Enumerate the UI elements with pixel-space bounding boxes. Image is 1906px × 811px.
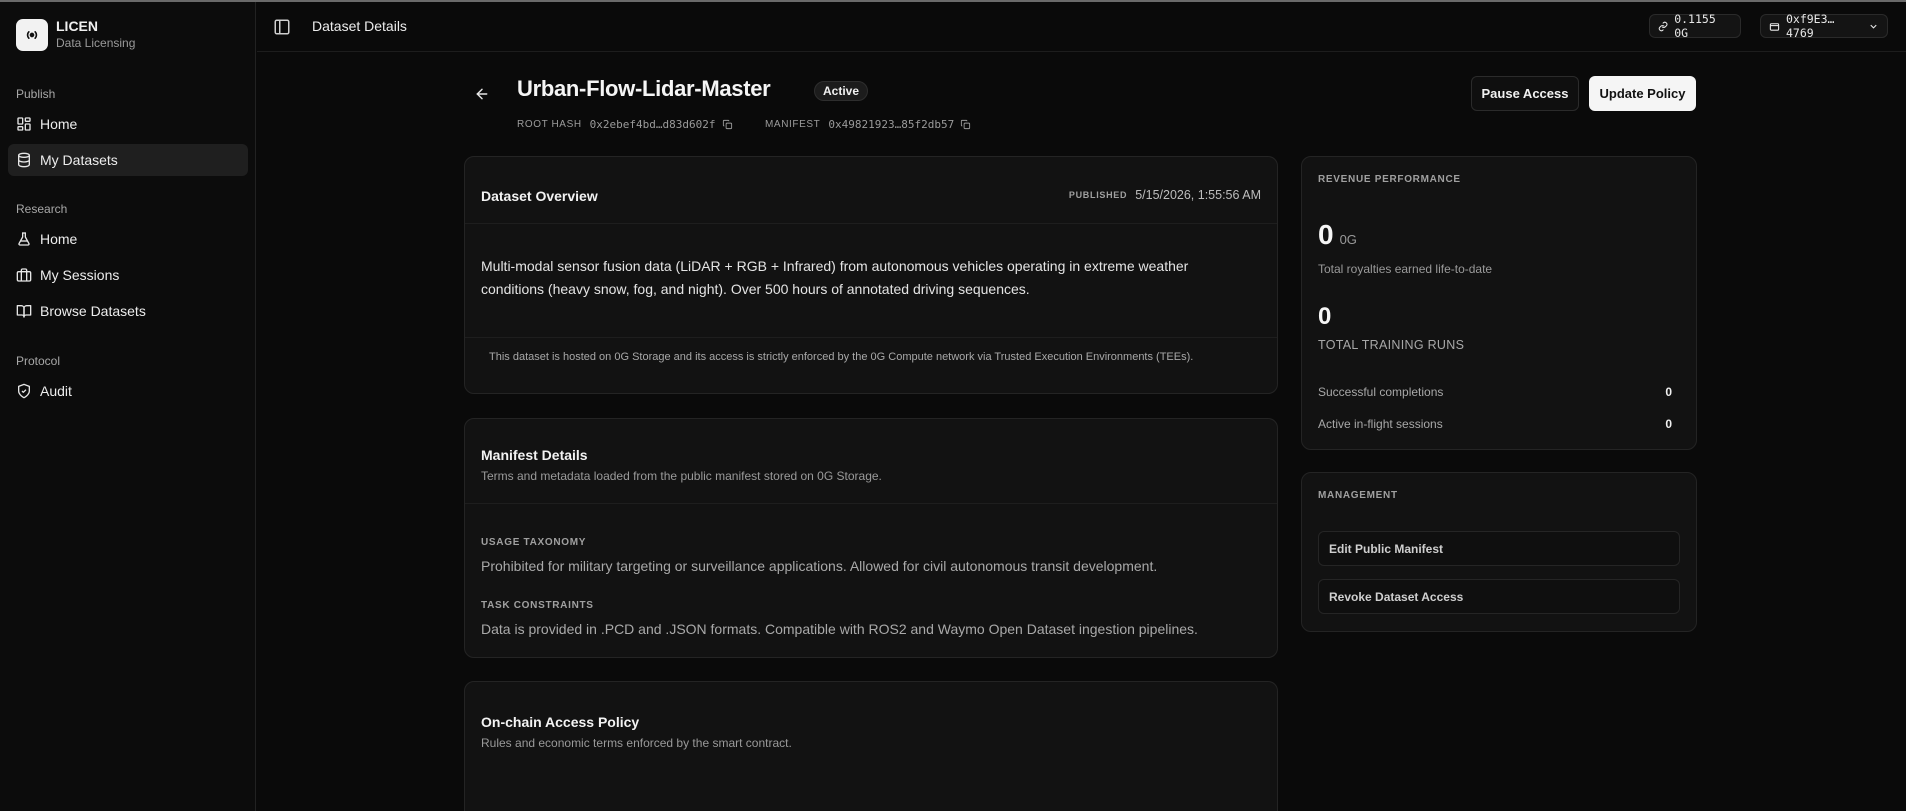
manifest-details-title: Manifest Details: [481, 447, 588, 463]
root-hash: ROOT HASH 0x2ebef4bd…d83d602f: [517, 118, 733, 131]
manifest-hash: MANIFEST 0x49821923…85f2db57: [765, 118, 971, 131]
sidebar-item-label: My Datasets: [40, 152, 118, 168]
manifest-label: MANIFEST: [765, 119, 821, 130]
edit-manifest-button[interactable]: Edit Public Manifest: [1318, 531, 1680, 566]
revenue-performance-card: REVENUE PERFORMANCE 0 0G Total royalties…: [1301, 156, 1697, 450]
training-runs-label: TOTAL TRAINING RUNS: [1318, 338, 1465, 352]
brand-name: LICEN: [56, 18, 98, 34]
sidebar-item-research-home[interactable]: Home: [8, 223, 248, 255]
wallet-address: 0xf9E3…4769: [1785, 12, 1835, 40]
balance-value: 0.1155 0G: [1674, 12, 1716, 40]
sidebar-item-audit[interactable]: Audit: [8, 375, 248, 407]
policy-title: On-chain Access Policy: [481, 714, 640, 730]
successful-value: 0: [1665, 385, 1672, 399]
revenue-title: REVENUE PERFORMANCE: [1318, 174, 1461, 185]
nav-group-protocol: Protocol Audit: [8, 351, 248, 407]
published-label: PUBLISHED: [1068, 190, 1128, 200]
page-title: Dataset Details: [312, 18, 407, 34]
sidebar-item-browse-datasets[interactable]: Browse Datasets: [8, 295, 248, 327]
sidebar-item-publish-home[interactable]: Home: [8, 108, 248, 140]
update-policy-button[interactable]: Update Policy: [1589, 76, 1696, 111]
sidebar-item-my-datasets[interactable]: My Datasets: [8, 144, 248, 176]
royalties-value: 0: [1318, 219, 1334, 250]
nav-group-label: Research: [16, 202, 68, 216]
sidebar-item-my-sessions[interactable]: My Sessions: [8, 259, 248, 291]
grid-icon: [17, 117, 31, 131]
wallet-icon: [1769, 22, 1780, 31]
flask-icon: [18, 232, 30, 246]
manifest-details-subtitle: Terms and metadata loaded from the publi…: [481, 469, 882, 483]
royalties-unit: 0G: [1339, 232, 1357, 247]
sidebar-item-label: Home: [40, 231, 78, 247]
nav-group-label: Protocol: [16, 354, 61, 368]
published-date: 5/15/2026, 1:55:56 AM: [1135, 188, 1261, 202]
pause-access-button[interactable]: Pause Access: [1471, 76, 1579, 111]
royalties-label: Total royalties earned life-to-date: [1318, 262, 1493, 276]
back-button[interactable]: [464, 76, 500, 112]
arrow-left-icon: [476, 88, 488, 100]
access-policy-card: On-chain Access Policy Rules and economi…: [464, 681, 1278, 811]
management-title: MANAGEMENT: [1318, 490, 1398, 501]
top-header: Dataset Details 0.1155 0G 0xf9E3…4769: [257, 2, 1906, 52]
dataset-overview-card: Dataset Overview PUBLISHED 5/15/2026, 1:…: [464, 156, 1278, 394]
briefcase-icon: [16, 268, 32, 282]
chevron-down-icon: [1870, 24, 1877, 29]
balance-chip[interactable]: 0.1155 0G: [1649, 12, 1741, 40]
task-constraints-label: TASK CONSTRAINTS: [481, 600, 594, 611]
manifest-details-card: Manifest Details Terms and metadata load…: [464, 418, 1278, 658]
usage-taxonomy-label: USAGE TAXONOMY: [481, 537, 587, 548]
root-hash-label: ROOT HASH: [517, 119, 582, 130]
active-sessions-value: 0: [1665, 417, 1672, 431]
divider: [465, 223, 1277, 224]
sidebar-item-label: Browse Datasets: [40, 303, 146, 319]
divider: [465, 503, 1277, 504]
published-info: PUBLISHED 5/15/2026, 1:55:56 AM: [1069, 188, 1261, 202]
divider: [465, 337, 1277, 338]
wallet-chip[interactable]: 0xf9E3…4769: [1760, 12, 1888, 40]
shield-check-icon: [18, 383, 30, 399]
database-icon: [18, 152, 30, 168]
usage-taxonomy-value: Prohibited for military targeting or sur…: [481, 558, 1158, 574]
overview-footnote: This dataset is hosted on 0G Storage and…: [489, 351, 1194, 363]
copy-icon[interactable]: [960, 119, 971, 130]
sidebar-item-label: Audit: [40, 383, 72, 399]
overview-description: Multi-modal sensor fusion data (LiDAR + …: [481, 258, 1189, 297]
nav-group-publish: Publish Home My Datasets: [8, 84, 248, 176]
brand[interactable]: LICEN Data Licensing: [16, 18, 135, 51]
copy-icon[interactable]: [722, 119, 733, 130]
manifest-value: 0x49821923…85f2db57: [828, 118, 955, 131]
brand-subtitle: Data Licensing: [56, 36, 136, 50]
status-badge: Active: [814, 81, 869, 101]
overview-title: Dataset Overview: [481, 188, 598, 204]
dataset-name: Urban-Flow-Lidar-Master: [517, 76, 771, 101]
root-hash-value: 0x2ebef4bd…d83d602f: [589, 118, 716, 131]
broadcast-logo-icon: [16, 18, 48, 51]
nav-group-research: Research Home My Sessions Browse Dataset…: [8, 199, 248, 327]
link-icon: [1658, 21, 1668, 31]
sidebar-item-label: My Sessions: [40, 267, 120, 283]
training-runs-value: 0: [1318, 303, 1332, 330]
sidebar-item-label: Home: [40, 116, 78, 132]
successful-label: Successful completions: [1318, 385, 1444, 399]
book-open-icon: [16, 305, 32, 318]
active-sessions-label: Active in-flight sessions: [1318, 417, 1443, 431]
management-card: MANAGEMENT Edit Public Manifest Revoke D…: [1301, 472, 1697, 632]
sidebar-toggle-icon[interactable]: [273, 18, 291, 36]
policy-subtitle: Rules and economic terms enforced by the…: [481, 736, 792, 750]
sidebar: LICEN Data Licensing Publish Home My Dat…: [0, 2, 256, 811]
nav-group-label: Publish: [16, 87, 56, 101]
revoke-access-button[interactable]: Revoke Dataset Access: [1318, 579, 1680, 614]
royalties-stat: 0 0G: [1318, 219, 1357, 251]
task-constraints-value: Data is provided in .PCD and .JSON forma…: [481, 621, 1198, 637]
